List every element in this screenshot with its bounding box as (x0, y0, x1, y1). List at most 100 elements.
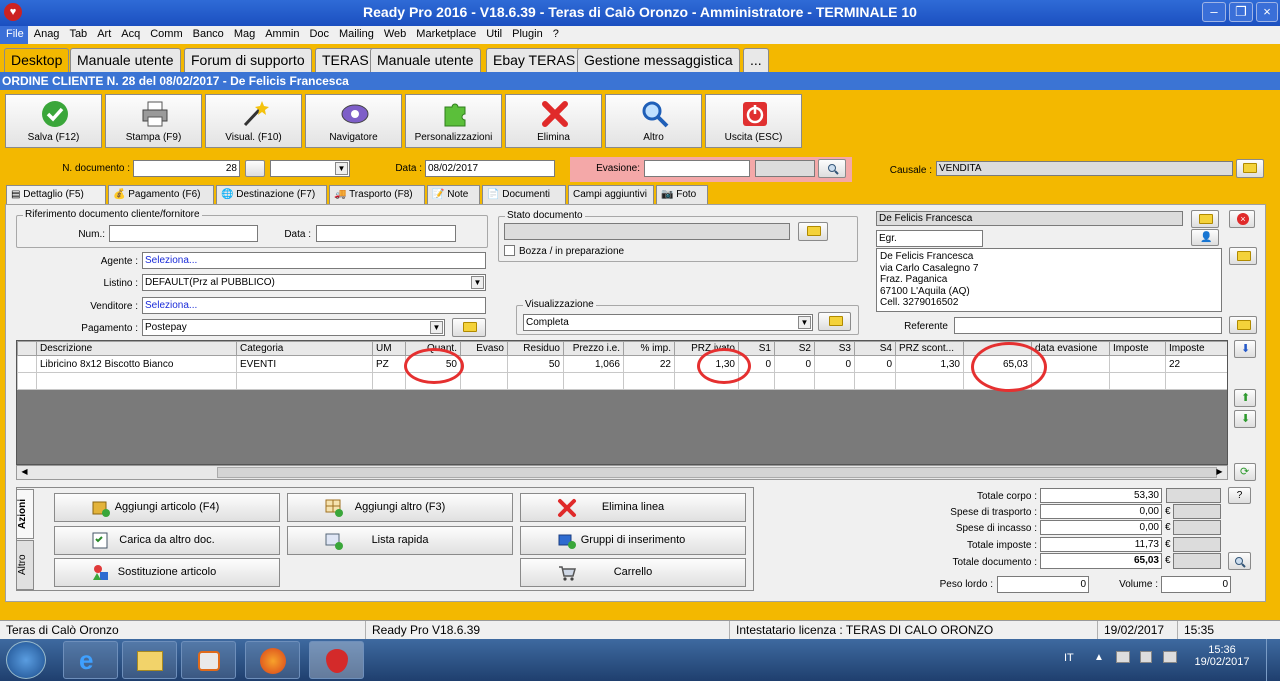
ref-data-input[interactable] (316, 225, 456, 242)
row-selector[interactable] (17, 355, 37, 373)
cell-categoria[interactable]: EVENTI (236, 355, 373, 373)
add-article-button[interactable]: Aggiungi articolo (F4) (54, 493, 280, 522)
menu-acq[interactable]: Acq (115, 26, 144, 44)
tab-manuale-utente-2[interactable]: Manuale utente (370, 48, 481, 72)
cell-s3[interactable]: 0 (814, 355, 855, 373)
scroll-left-icon[interactable]: ◀ (18, 467, 31, 478)
cell-evaso[interactable] (460, 355, 508, 373)
volume-input[interactable]: 0 (1161, 576, 1231, 593)
replace-article-button[interactable]: Sostituzione articolo (54, 558, 280, 587)
cell-descrizione[interactable]: Libricino 8x12 Biscotto Bianco (36, 355, 237, 373)
side-tab-azioni[interactable]: Azioni (16, 489, 34, 539)
tab-forum[interactable]: Forum di supporto (184, 48, 312, 72)
cell-s4[interactable]: 0 (854, 355, 896, 373)
num-input[interactable] (109, 225, 258, 242)
taskbar-ie[interactable]: e (63, 641, 118, 679)
menu-marketplace[interactable]: Marketplace (410, 26, 480, 44)
exit-button[interactable]: Uscita (ESC) (705, 94, 802, 148)
tab-trasporto[interactable]: 🚚 Trasporto (F8) (329, 185, 425, 205)
action-center-icon[interactable] (1140, 651, 1152, 663)
referente-input[interactable] (954, 317, 1222, 334)
scroll-right-icon[interactable]: ▶ (1213, 467, 1226, 478)
menu-help[interactable]: ? (547, 26, 563, 44)
menu-anag[interactable]: Anag (28, 26, 64, 44)
menu-ammin[interactable]: Ammin (259, 26, 303, 44)
tab-more[interactable]: ... (743, 48, 769, 72)
strawberry-app-icon[interactable]: ♥ (4, 3, 22, 21)
restore-button[interactable]: ❐ (1229, 2, 1253, 22)
help-button[interactable]: ? (1228, 487, 1251, 504)
col-imp[interactable]: % imp. (623, 341, 675, 356)
tab-destinazione[interactable]: 🌐 Destinazione (F7) (216, 185, 327, 205)
tab-note[interactable]: 📝 Note (427, 185, 480, 205)
menu-mag[interactable]: Mag (228, 26, 259, 44)
save-button[interactable]: Salva (F12) (5, 94, 102, 148)
col-data-evasione[interactable]: data evasione (1031, 341, 1110, 356)
tray-up-icon[interactable]: ▲ (1094, 652, 1104, 663)
delete-line-button[interactable]: Elimina linea (520, 493, 746, 522)
menu-plugin[interactable]: Plugin (506, 26, 547, 44)
customer-folder-button[interactable] (1191, 210, 1219, 228)
col-residuo[interactable]: Residuo (507, 341, 564, 356)
row-down-button[interactable]: ⬇ (1234, 410, 1256, 428)
evasione-input[interactable] (644, 160, 750, 177)
venditore-input[interactable]: Seleziona... (142, 297, 486, 314)
customer-search-button[interactable]: 👤 (1191, 229, 1219, 246)
cell-prezzo[interactable]: 1,066 (563, 355, 624, 373)
print-button[interactable]: Stampa (F9) (105, 94, 202, 148)
tab-foto[interactable]: 📷 Foto (656, 185, 708, 205)
tab-desktop[interactable]: Desktop (4, 48, 70, 72)
navigator-button[interactable]: Navigatore (305, 94, 402, 148)
menu-doc[interactable]: Doc (303, 26, 333, 44)
spese-trasporto-value[interactable]: 0,00 (1040, 504, 1162, 519)
customer-clear-button[interactable]: × (1229, 210, 1255, 228)
cart-button[interactable]: Carrello (520, 558, 746, 587)
close-window-button[interactable]: × (1256, 2, 1278, 22)
tab-teras[interactable]: TERAS (315, 48, 376, 72)
tab-documenti[interactable]: 📄 Documenti (482, 185, 566, 205)
language-indicator[interactable]: IT (1064, 652, 1074, 664)
customize-button[interactable]: Personalizzazioni (405, 94, 502, 148)
cell-residuo[interactable]: 50 (507, 355, 564, 373)
tab-dettaglio[interactable]: ▤ Dettaglio (F5) (6, 185, 106, 205)
move-down-button[interactable]: ⬇ (1234, 340, 1256, 358)
tab-campi-aggiuntivi[interactable]: Campi aggiuntivi (568, 185, 654, 205)
col-categoria[interactable]: Categoria (236, 341, 373, 356)
visualizzazione-select[interactable]: Completa ▼ (523, 314, 813, 331)
menu-art[interactable]: Art (91, 26, 115, 44)
data-input[interactable]: 08/02/2017 (425, 160, 555, 177)
delete-button[interactable]: Elimina (505, 94, 602, 148)
add-other-button[interactable]: Aggiungi altro (F3) (287, 493, 513, 522)
refresh-button[interactable]: ⟳ (1234, 463, 1256, 481)
menu-comm[interactable]: Comm (144, 26, 186, 44)
col-s3[interactable]: S3 (814, 341, 855, 356)
referente-folder-button[interactable] (1229, 316, 1257, 334)
side-tab-altro[interactable]: Altro (16, 540, 34, 590)
totals-zoom-button[interactable] (1228, 552, 1251, 570)
menu-tab[interactable]: Tab (63, 26, 91, 44)
tab-pagamento[interactable]: 💰 Pagamento (F6) (108, 185, 214, 205)
col-s2[interactable]: S2 (774, 341, 815, 356)
minimize-button[interactable]: – (1202, 2, 1226, 22)
cell-imp[interactable]: 22 (623, 355, 675, 373)
series-select[interactable]: ▼ (270, 160, 350, 177)
preview-button[interactable]: Visual. (F10) (205, 94, 302, 148)
taskbar-media[interactable] (181, 641, 236, 679)
cell-s2[interactable]: 0 (774, 355, 815, 373)
cell-imposte[interactable] (1109, 355, 1166, 373)
col-um[interactable]: UM (372, 341, 406, 356)
causale-folder-button[interactable] (1236, 159, 1264, 178)
menu-file[interactable]: File (0, 26, 28, 44)
taskbar-explorer[interactable] (122, 641, 177, 679)
clock[interactable]: 15:36 19/02/2017 (1194, 644, 1250, 668)
pagamento-folder-button[interactable] (452, 318, 486, 337)
tab-ebay-teras[interactable]: Ebay TERAS (486, 48, 583, 72)
cell-prz-scont[interactable]: 1,30 (895, 355, 964, 373)
causale-input[interactable]: VENDITA (936, 161, 1233, 176)
table-row[interactable] (17, 372, 1227, 390)
insert-groups-button[interactable]: Gruppi di inserimento (520, 526, 746, 555)
evasione-search-button[interactable] (818, 159, 846, 178)
taskbar-readypro[interactable] (309, 641, 364, 679)
cell-imposte-2[interactable]: 22 (1165, 355, 1227, 373)
col-imposte[interactable]: Imposte (1109, 341, 1166, 356)
